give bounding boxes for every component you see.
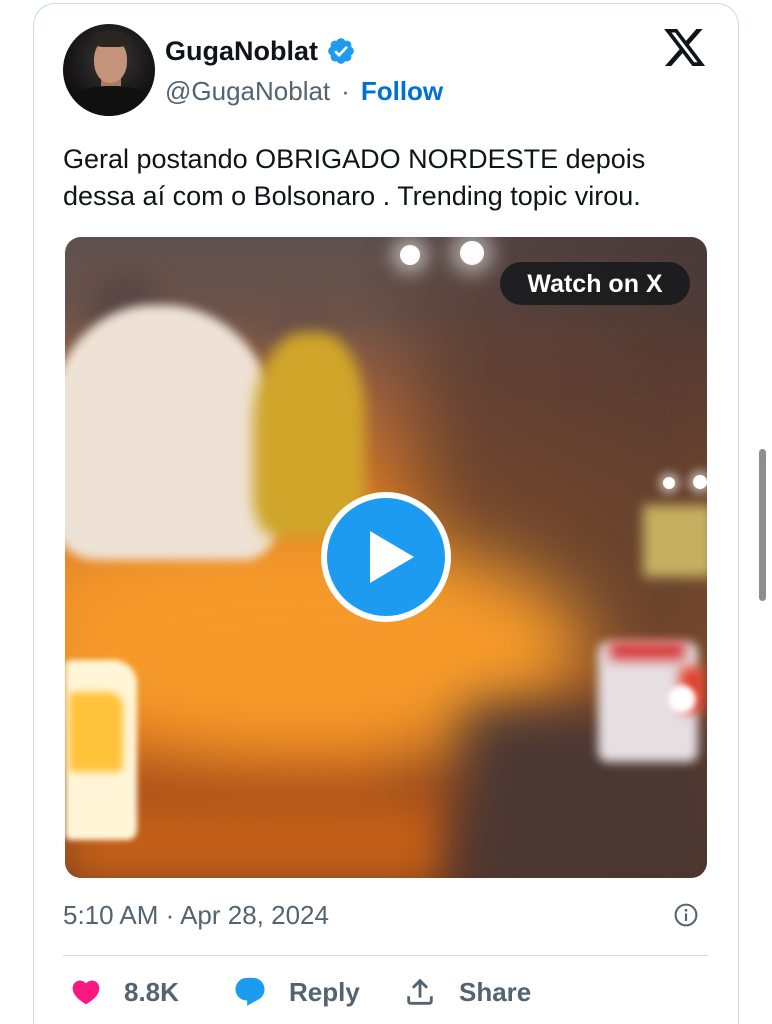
video-player[interactable]: Watch on X (65, 237, 707, 878)
share-label: Share (459, 977, 532, 1007)
tweet-card: GugaNoblat @GugaNoblat · Follow Geral po… (33, 3, 739, 1024)
video-car-headlight (668, 685, 696, 713)
author-handle[interactable]: @GugaNoblat (165, 76, 330, 106)
follow-link[interactable]: Follow (361, 76, 443, 106)
play-icon (321, 492, 451, 622)
reply-icon (233, 975, 267, 1009)
author-handle-row: @GugaNoblat · Follow (165, 76, 443, 106)
author-name-row: GugaNoblat (165, 35, 356, 67)
video-sign-right (643, 505, 707, 577)
avatar-shirt (69, 86, 153, 116)
heart-icon (70, 976, 102, 1008)
video-light-right (693, 475, 707, 489)
share-button[interactable]: Share (403, 973, 531, 1011)
video-vehicle-light-inner (69, 692, 123, 772)
video-car-taillight (610, 642, 685, 660)
like-button[interactable]: 8.8K (70, 973, 179, 1011)
video-street-light (400, 245, 420, 265)
x-logo-icon[interactable] (664, 29, 706, 66)
avatar-hair (92, 31, 130, 47)
reply-label: Reply (289, 977, 360, 1007)
like-count: 8.8K (124, 977, 179, 1007)
tweet-timestamp[interactable]: 5:10 AM · Apr 28, 2024 (63, 900, 329, 930)
watch-on-x-label: Watch on X (527, 269, 663, 298)
reply-button[interactable]: Reply (233, 973, 360, 1011)
play-button[interactable] (320, 491, 452, 623)
share-icon (403, 975, 437, 1009)
author-display-name[interactable]: GugaNoblat (165, 35, 318, 67)
video-street-light (460, 241, 484, 265)
scrollbar[interactable] (759, 449, 766, 601)
info-icon[interactable] (673, 902, 699, 928)
video-figure-white-shirt (65, 305, 278, 560)
tweet-text: Geral postando OBRIGADO NORDESTE depois … (63, 144, 646, 211)
verified-badge-icon (326, 36, 356, 66)
divider (63, 955, 708, 956)
video-light-right (663, 477, 675, 489)
handle-separator: · (341, 76, 350, 106)
avatar[interactable] (63, 24, 155, 116)
watch-on-x-button[interactable]: Watch on X (500, 262, 690, 305)
